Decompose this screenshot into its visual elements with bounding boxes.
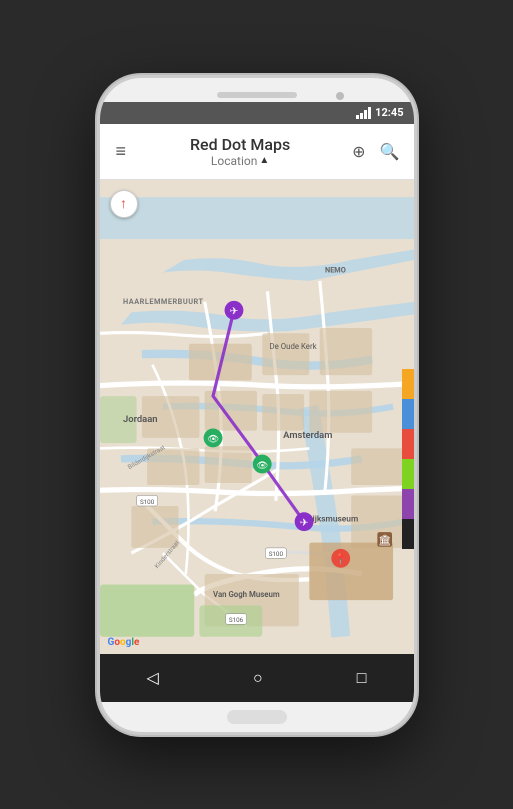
svg-text:✈: ✈: [229, 304, 238, 317]
svg-text:📍: 📍: [334, 552, 347, 565]
status-time: 12:45: [375, 106, 403, 119]
svg-text:S100: S100: [268, 550, 283, 558]
phone-camera: [336, 92, 344, 100]
app-title: Red Dot Maps: [134, 135, 346, 154]
svg-text:Amsterdam: Amsterdam: [283, 429, 332, 440]
svg-text:👁: 👁: [256, 460, 268, 471]
app-bar: ≡ Red Dot Maps Location ▲ ⊕ 🔍: [100, 124, 414, 180]
app-subtitle: Location: [211, 154, 257, 168]
legend-black: [402, 519, 414, 549]
recent-apps-button[interactable]: □: [337, 660, 387, 696]
svg-text:HAARLEMMERBUURT: HAARLEMMERBUURT: [123, 296, 204, 305]
home-button[interactable]: ○: [233, 660, 283, 696]
map-svg: Bilderdijkstraat Kinderstraat S100 S100 …: [100, 180, 414, 654]
svg-text:S100: S100: [139, 497, 154, 505]
legend-green: [402, 459, 414, 489]
legend-purple: [402, 489, 414, 519]
svg-text:De Oude Kerk: De Oude Kerk: [269, 341, 316, 350]
action-icons: ⊕ 🔍: [346, 136, 405, 167]
signal-strength-icon: [356, 107, 371, 119]
status-bar: 12:45: [100, 102, 414, 124]
map-legend: [402, 369, 414, 549]
legend-orange: [402, 369, 414, 399]
title-block: Red Dot Maps Location ▲: [134, 135, 346, 168]
svg-text:✈: ✈: [299, 515, 308, 528]
svg-text:Rijksmuseum: Rijksmuseum: [307, 514, 358, 524]
legend-blue: [402, 399, 414, 429]
back-button[interactable]: ◁: [127, 660, 179, 695]
compass-icon: ↑: [110, 190, 138, 218]
phone-speaker: [217, 92, 297, 98]
svg-text:S106: S106: [228, 616, 243, 624]
svg-text:Jordaan: Jordaan: [123, 414, 158, 425]
svg-text:Van Gogh Museum: Van Gogh Museum: [213, 590, 280, 599]
search-icon[interactable]: 🔍: [374, 136, 406, 167]
svg-text:👁: 👁: [207, 434, 219, 445]
svg-text:NEMO: NEMO: [325, 265, 346, 274]
phone-screen: 12:45 ≡ Red Dot Maps Location ▲ ⊕ 🔍: [100, 102, 414, 702]
phone-frame: 12:45 ≡ Red Dot Maps Location ▲ ⊕ 🔍: [97, 75, 417, 735]
menu-icon[interactable]: ≡: [108, 133, 135, 170]
google-logo: Google: [108, 637, 140, 648]
nav-bar: ◁ ○ □: [100, 654, 414, 702]
home-button-physical[interactable]: [227, 710, 287, 724]
svg-text:🏛: 🏛: [378, 533, 391, 546]
nav-arrow-icon: ▲: [259, 155, 269, 166]
map-area[interactable]: Bilderdijkstraat Kinderstraat S100 S100 …: [100, 180, 414, 654]
location-icon[interactable]: ⊕: [346, 136, 371, 167]
legend-red: [402, 429, 414, 459]
